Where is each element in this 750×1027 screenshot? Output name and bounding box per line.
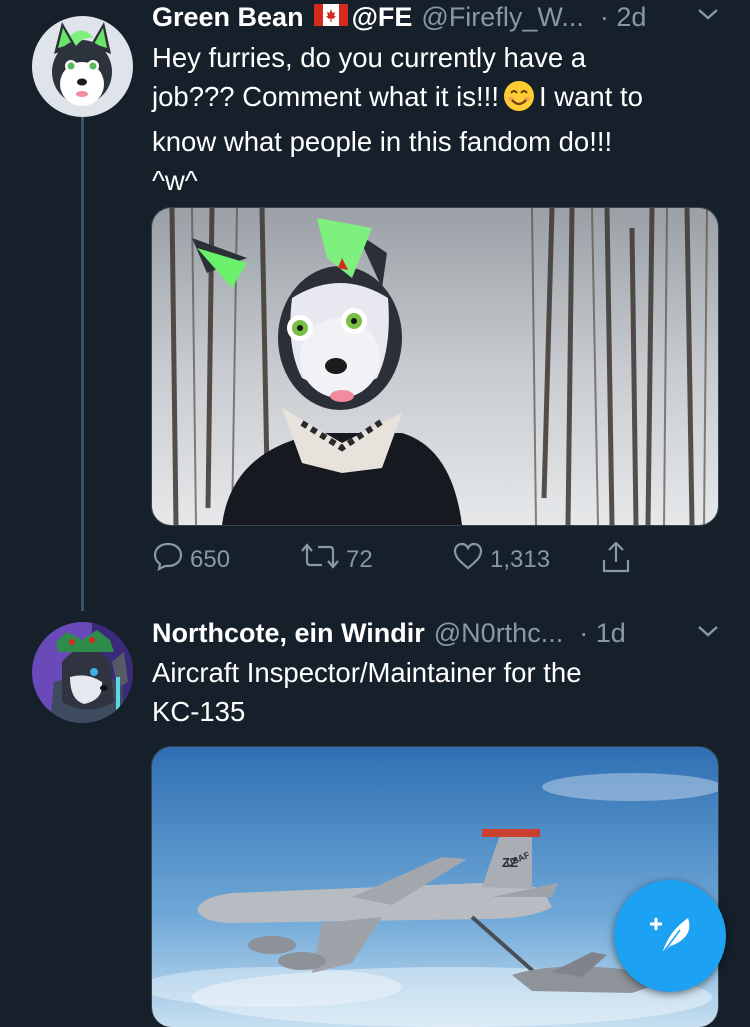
tweet-text-line: KC-135 [152, 696, 246, 727]
tweet-header: Northcote, ein Windir @N0rthc... · 1d [152, 616, 626, 650]
compose-tweet-button[interactable] [614, 880, 726, 992]
chevron-down-icon[interactable] [696, 6, 720, 27]
reply-count: 650 [190, 545, 231, 573]
avatar[interactable] [32, 16, 133, 117]
tweet-text-line: know what people in this fandom do!!! [152, 126, 613, 157]
tweet-text-line: Aircraft Inspector/Maintainer for the [152, 657, 582, 688]
smiling-face-icon [503, 80, 535, 122]
user-handle[interactable]: @N0rthc... [434, 616, 563, 650]
like-count: 1,313 [490, 545, 551, 573]
avatar[interactable] [32, 622, 133, 723]
tweet-text-line: job??? Comment what it is!!! I want to [152, 77, 643, 122]
tweet-text-line: ^w^ [152, 165, 198, 196]
retweet-button[interactable]: 72 [300, 540, 373, 579]
like-icon [452, 540, 490, 579]
tweet-image[interactable]: USAF ZZ [151, 746, 719, 1027]
display-name[interactable]: Green Bean [152, 0, 304, 34]
reply-button[interactable]: 650 [152, 540, 230, 579]
timestamp[interactable]: · 2d [600, 0, 647, 34]
tweet-text: Aircraft Inspector/Maintainer for the KC… [152, 653, 582, 731]
user-handle[interactable]: @Firefly_W... [421, 0, 583, 34]
canada-flag-icon [313, 0, 348, 34]
retweet-count: 72 [346, 545, 373, 573]
chevron-down-icon[interactable] [696, 623, 720, 644]
display-name[interactable]: Northcote, ein Windir [152, 616, 425, 650]
share-icon [600, 540, 638, 581]
compose-tweet-icon [640, 904, 700, 969]
aircraft-tail-code: ZZ [502, 855, 518, 870]
tweet-actions: 650 72 1,313 [152, 540, 712, 580]
share-button[interactable] [600, 540, 638, 581]
thread-connector [81, 116, 84, 611]
tweet-header: Green Bean @FE @Firefly_W... · 2d [152, 0, 646, 34]
tweet-text: Hey furries, do you currently have a job… [152, 38, 643, 200]
name-badge-text: @FE [351, 2, 413, 32]
like-button[interactable]: 1,313 [452, 540, 550, 579]
tweet-image[interactable] [151, 207, 719, 526]
tweet-text-line: Hey furries, do you currently have a [152, 42, 587, 73]
timestamp[interactable]: · 1d [579, 616, 626, 650]
reply-icon [152, 540, 190, 579]
retweet-icon [300, 540, 346, 579]
